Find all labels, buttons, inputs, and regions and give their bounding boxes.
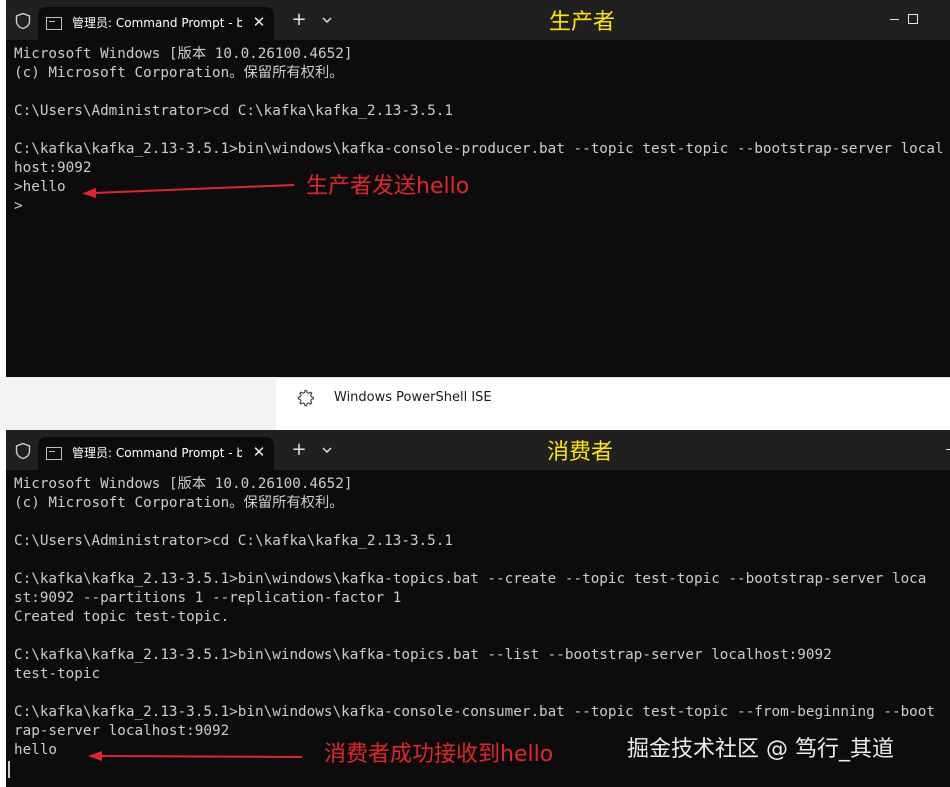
chevron-down-icon[interactable] — [319, 9, 335, 31]
watermark: 掘金技术社区 @ 笃行_其道 — [627, 737, 894, 762]
consumer-annotation: 消费者成功接收到hello — [324, 742, 554, 767]
tab-title: 管理员: Command Prompt - b — [72, 16, 242, 30]
terminal-line: C:\kafka\kafka_2.13-3.5.1>bin\windows\ka… — [14, 571, 927, 587]
terminal-line: (c) Microsoft Corporation。保留所有权利。 — [14, 65, 344, 81]
terminal-line: test-topic — [14, 666, 101, 682]
command-prompt-icon — [46, 17, 62, 30]
powershell-ise-item[interactable]: Windows PowerShell ISE — [276, 377, 950, 428]
producer-label: 生产者 — [549, 10, 616, 35]
consumer-label: 消费者 — [547, 440, 614, 465]
chevron-down-icon[interactable] — [319, 439, 335, 461]
minimize-button[interactable] — [946, 449, 950, 450]
terminal-line: Microsoft Windows [版本 10.0.26100.4652] — [14, 476, 353, 492]
terminal-tab[interactable]: 管理员: Command Prompt - b ✕ — [38, 7, 274, 40]
shield-icon — [15, 12, 31, 30]
terminal-line: C:\Users\Administrator>cd C:\kafka\kafka… — [14, 103, 453, 119]
new-tab-button[interactable]: + — [289, 9, 309, 31]
terminal-line: C:\kafka\kafka_2.13-3.5.1>bin\windows\ka… — [14, 141, 944, 157]
terminal-line: host:9092 — [14, 160, 92, 176]
gear-icon — [297, 389, 314, 407]
close-icon[interactable]: ✕ — [249, 12, 269, 32]
close-icon[interactable]: ✕ — [249, 442, 269, 462]
terminal-line: st:9092 --partitions 1 --replication-fac… — [14, 590, 402, 606]
maximize-button[interactable] — [908, 14, 918, 24]
terminal-line: Microsoft Windows [版本 10.0.26100.4652] — [14, 46, 353, 62]
terminal-line: C:\Users\Administrator>cd C:\kafka\kafka… — [14, 533, 453, 549]
terminal-tab[interactable]: 管理员: Command Prompt - b ✕ — [38, 437, 274, 470]
arrow-left-icon — [88, 751, 303, 761]
producer-annotation: 生产者发送hello — [306, 174, 470, 199]
tab-title: 管理员: Command Prompt - b — [72, 446, 242, 460]
new-tab-button[interactable]: + — [289, 439, 309, 461]
powershell-ise-label: Windows PowerShell ISE — [334, 390, 492, 405]
text-cursor — [8, 761, 10, 778]
terminal-line: (c) Microsoft Corporation。保留所有权利。 — [14, 495, 344, 511]
terminal-output[interactable]: Microsoft Windows [版本 10.0.26100.4652] (c… — [14, 45, 950, 375]
title-bar: 管理员: Command Prompt - b ✕ + 生产者 — [6, 0, 950, 40]
desktop-background — [0, 377, 276, 430]
title-bar: 管理员: Command Prompt - b ✕ + 消费者 — [6, 430, 950, 470]
shield-icon — [15, 442, 31, 460]
terminal-line: C:\kafka\kafka_2.13-3.5.1>bin\windows\ka… — [14, 647, 832, 663]
arrow-left-icon — [82, 184, 295, 198]
command-prompt-icon — [46, 447, 62, 460]
minimize-button[interactable] — [890, 19, 899, 20]
terminal-line: C:\kafka\kafka_2.13-3.5.1>bin\windows\ka… — [14, 704, 935, 720]
terminal-line: Created topic test-topic. — [14, 609, 230, 625]
